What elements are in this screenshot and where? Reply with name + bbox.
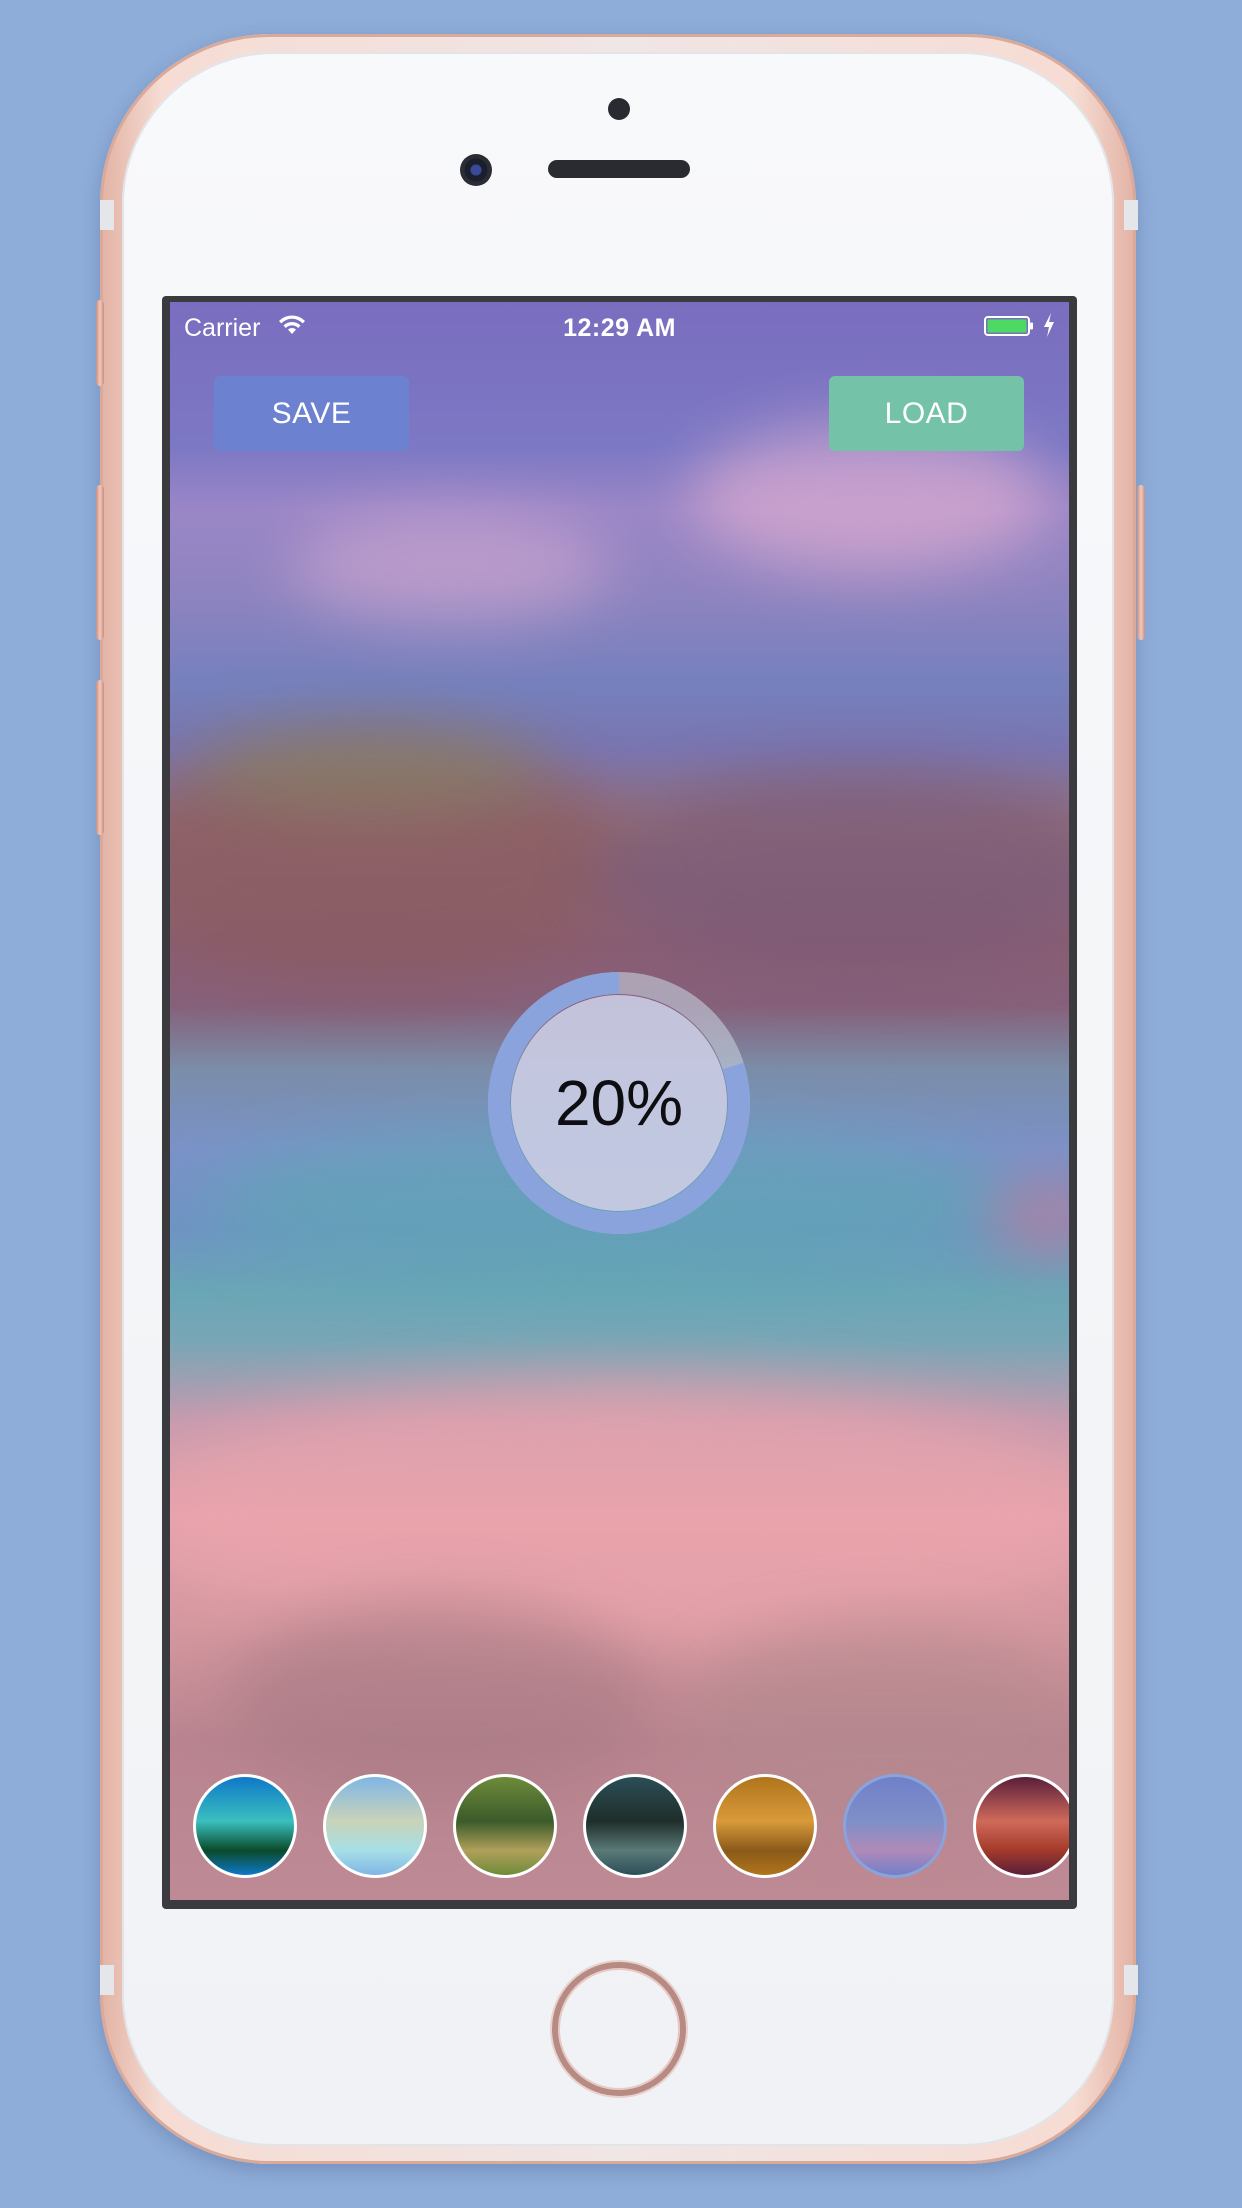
background-photo-hills: [590, 772, 1069, 972]
proximity-sensor: [608, 98, 630, 120]
filter-thumbnail[interactable]: [973, 1774, 1069, 1878]
volume-up-button: [96, 485, 104, 640]
volume-down-button: [96, 680, 104, 835]
filter-thumbnail[interactable]: [323, 1774, 427, 1878]
progress-indicator: 20%: [488, 972, 750, 1234]
front-camera-icon: [460, 154, 492, 186]
filter-thumbnail[interactable]: [713, 1774, 817, 1878]
filter-thumbnail[interactable]: [453, 1774, 557, 1878]
progress-percent-label: 20%: [554, 1067, 684, 1139]
app-screen: Carrier 12:29 AM SAVE LOAD 20%: [170, 302, 1069, 1900]
background-photo-bushes: [230, 1602, 650, 1802]
earpiece-speaker: [548, 160, 690, 178]
background-photo-sand: [170, 1382, 1069, 1642]
mute-switch: [96, 300, 104, 386]
status-bar: Carrier 12:29 AM: [170, 302, 1069, 350]
load-button[interactable]: LOAD: [829, 376, 1024, 451]
power-button: [1137, 485, 1145, 640]
antenna-line: [100, 200, 114, 230]
filter-thumbnail[interactable]: [843, 1774, 947, 1878]
antenna-line: [1124, 200, 1138, 230]
home-button[interactable]: [552, 1962, 686, 2096]
background-photo-trees: [190, 722, 550, 812]
filter-selector: [170, 1774, 1069, 1884]
charging-bolt-icon: [1044, 313, 1054, 337]
save-button[interactable]: SAVE: [214, 376, 409, 451]
battery-icon: [984, 316, 1033, 336]
background-photo-cloud: [290, 512, 610, 622]
filter-thumbnail[interactable]: [583, 1774, 687, 1878]
antenna-line: [1124, 1965, 1138, 1995]
filter-thumbnail[interactable]: [193, 1774, 297, 1878]
status-time: 12:29 AM: [563, 314, 676, 342]
antenna-line: [100, 1965, 114, 1995]
